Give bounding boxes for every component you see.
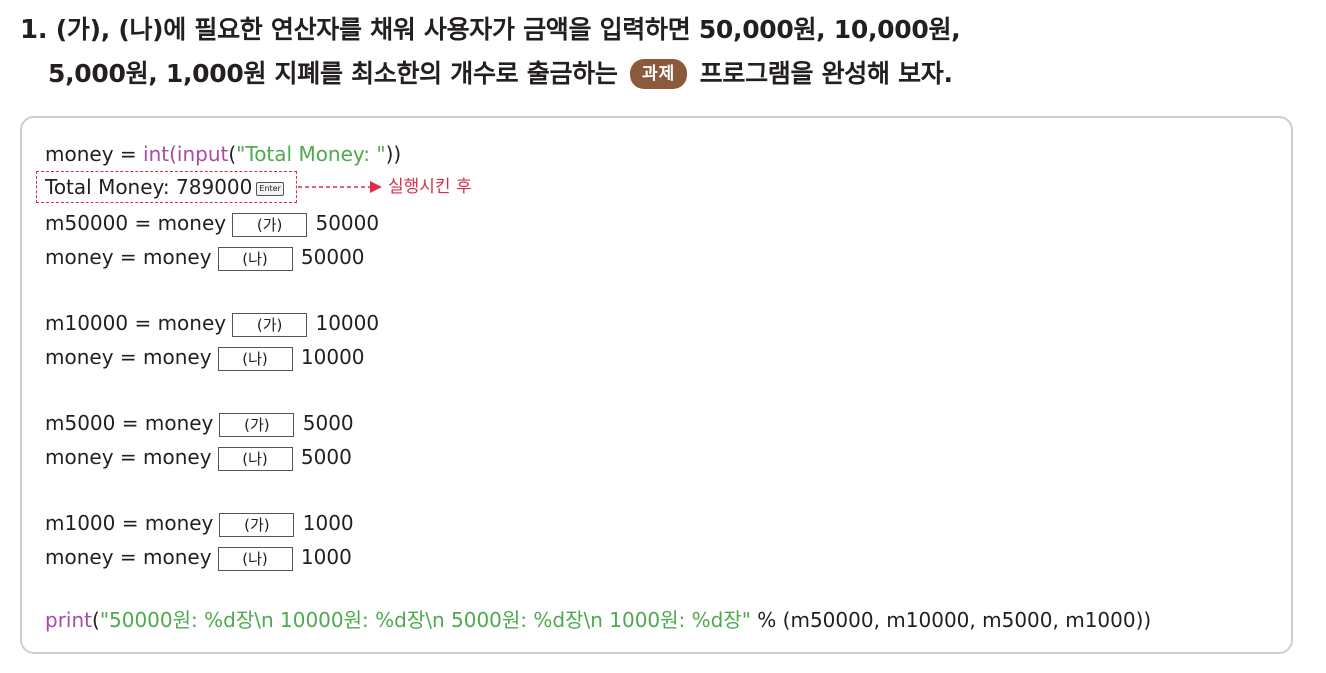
blank-ga: (가) — [232, 312, 308, 337]
code-input-fn: input — [176, 142, 229, 166]
code-lhs: m5000 = money — [45, 411, 214, 435]
code-var: money = — [45, 142, 144, 166]
question-number: 1. — [20, 15, 48, 45]
code-rhs: 1000 — [300, 545, 352, 569]
code-row: m5000 = money (가) 5000 — [45, 409, 354, 437]
code-lhs: money = money — [45, 545, 212, 569]
question-line-1: 1. (가), (나)에 필요한 연산자를 채워 사용자가 금액을 입력하면 5… — [20, 8, 961, 52]
blank-na: (나) — [217, 346, 293, 371]
question-line-2: 5,000원, 1,000원 지폐를 최소한의 개수로 출금하는 과제 프로그램… — [20, 52, 960, 96]
run-output-text: Total Money: 789000 — [45, 175, 253, 199]
code-lhs: m10000 = money — [45, 311, 227, 335]
code-lhs: m1000 = money — [45, 511, 214, 535]
code-string: "Total Money: " — [236, 142, 386, 166]
question: 1. (가), (나)에 필요한 연산자를 채워 사용자가 금액을 입력하면 5… — [20, 8, 961, 96]
code-lhs: m50000 = money — [45, 211, 227, 235]
code-paren-close: )) — [385, 142, 402, 166]
code-row: m10000 = money (가) 10000 — [45, 309, 379, 337]
code-rhs: 5000 — [302, 411, 354, 435]
note-after-run: 실행시킨 후 — [388, 177, 472, 197]
code-row: money = money (나) 50000 — [45, 243, 365, 271]
code-row: m50000 = money (가) 50000 — [45, 209, 379, 237]
code-lhs: money = money — [45, 445, 212, 469]
code-row: money = money (나) 10000 — [45, 343, 365, 371]
code-rhs: 5000 — [300, 445, 352, 469]
enter-key-icon: Enter — [256, 182, 284, 196]
question-text-2a: 5,000원, 1,000원 지폐를 최소한의 개수로 출금하는 — [48, 59, 618, 88]
code-lhs: money = money — [45, 245, 212, 269]
code-rhs: 10000 — [300, 345, 365, 369]
run-output: Total Money: 789000 Enter — [45, 173, 284, 201]
code-rhs: 50000 — [300, 245, 365, 269]
code-rhs: 10000 — [315, 311, 380, 335]
question-text-1: (가), (나)에 필요한 연산자를 채워 사용자가 금액을 입력하면 50,0… — [55, 15, 961, 44]
code-print-args: % (m50000, m10000, m5000, m1000)) — [750, 608, 1152, 632]
code-row: money = money (나) 1000 — [45, 543, 352, 571]
blank-ga: (가) — [219, 412, 295, 437]
code-paren: ( — [169, 142, 177, 166]
blank-na: (나) — [217, 446, 293, 471]
question-text-2b: 프로그램을 완성해 보자. — [699, 59, 953, 88]
code-lhs: money = money — [45, 345, 212, 369]
code-row: money = money (나) 5000 — [45, 443, 352, 471]
blank-ga: (가) — [232, 212, 308, 237]
code-line-input: money = int(input("Total Money: ")) — [45, 140, 401, 168]
arrow-icon — [298, 181, 382, 193]
code-int-fn: int — [143, 142, 170, 166]
code-paren: ( — [228, 142, 237, 166]
task-badge: 과제 — [629, 59, 688, 89]
code-print-fn: print — [45, 608, 92, 632]
code-row: m1000 = money (가) 1000 — [45, 509, 354, 537]
code-print-line: print("50000원: %d장\n 10000원: %d장\n 5000원… — [45, 606, 1151, 634]
blank-ga: (가) — [219, 512, 295, 537]
code-rhs: 50000 — [315, 211, 380, 235]
code-rhs: 1000 — [302, 511, 354, 535]
blank-na: (나) — [217, 246, 293, 271]
code-paren: ( — [92, 608, 100, 632]
code-print-string: "50000원: %d장\n 10000원: %d장\n 5000원: %d장\… — [99, 608, 751, 632]
blank-na: (나) — [217, 546, 293, 571]
